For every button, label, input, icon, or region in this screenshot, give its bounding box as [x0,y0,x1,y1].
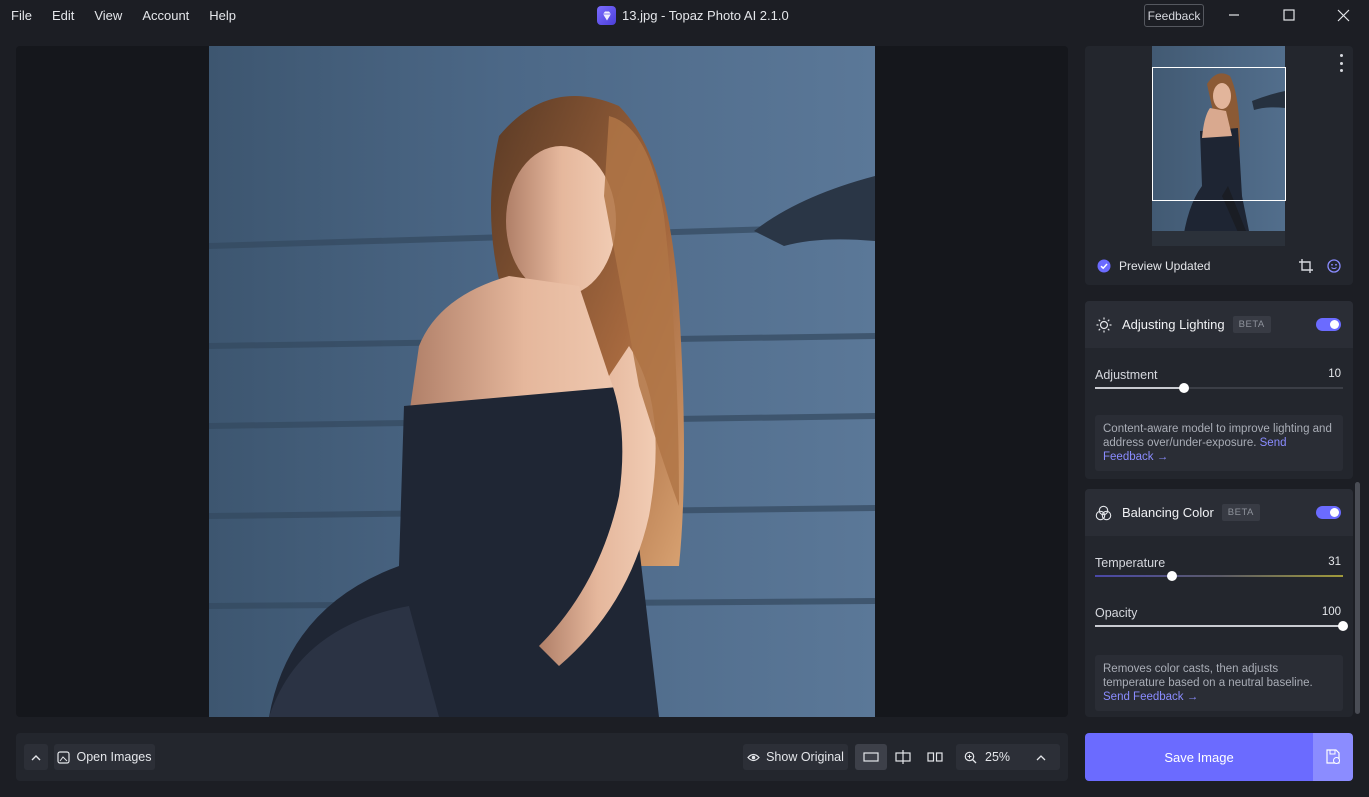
beta-badge: BETA [1232,316,1271,333]
lighting-title: Adjusting Lighting [1122,317,1225,332]
color-header[interactable]: Balancing Color BETA [1085,489,1353,536]
adjustment-label: Adjustment [1095,368,1158,382]
temperature-label: Temperature [1095,556,1166,570]
minimize-icon [1229,14,1239,16]
expand-panel-button[interactable] [24,744,48,770]
maximize-button[interactable] [1266,0,1312,30]
color-description: Removes color casts, then adjusts temper… [1095,655,1343,711]
lighting-description-text: Content-aware model to improve lighting … [1103,423,1332,449]
minimize-button[interactable] [1211,0,1257,30]
color-send-feedback-link[interactable]: Send Feedback → [1103,691,1198,703]
menu-account[interactable]: Account [132,8,199,23]
opacity-value[interactable]: 100 [1322,606,1341,618]
face-icon[interactable] [1327,258,1341,273]
image-icon [57,750,71,764]
single-view-icon [863,752,879,762]
eye-icon [747,753,760,761]
preview-status-row: Preview Updated [1085,246,1353,285]
save-image-label: Save Image [1164,749,1234,765]
color-section: Balancing Color BETA Temperature 31 Opac… [1085,489,1353,717]
right-panel: Preview Updated Adjusting Lighting BETA … [1085,46,1353,717]
right-panel-scrollbar[interactable] [1355,482,1360,714]
adjustment-slider-fill [1095,387,1185,389]
bottom-toolbar: Open Images Show Original 25% [16,733,1068,781]
opacity-slider[interactable] [1095,621,1348,631]
more-options-icon[interactable] [1337,54,1345,72]
split-view-button[interactable] [887,744,919,770]
navigator-viewport-frame[interactable] [1152,67,1286,201]
chevron-up-icon [31,754,41,760]
side-by-side-icon [927,752,943,762]
show-original-label: Show Original [766,750,844,764]
lighting-description: Content-aware model to improve lighting … [1095,415,1343,471]
check-circle-icon [1097,259,1111,272]
split-view-icon [895,750,911,764]
close-icon [1337,9,1349,21]
menu-edit[interactable]: Edit [42,8,84,23]
save-image-button[interactable]: Save Image [1085,733,1313,781]
menu-view[interactable]: View [84,8,132,23]
topaz-logo-icon [597,6,616,25]
title-bar: File Edit View Account Help 13.jpg - Top… [0,0,1369,30]
open-images-label: Open Images [76,750,152,764]
beta-badge: BETA [1221,504,1260,521]
lighting-section: Adjusting Lighting BETA Adjustment 10 Co… [1085,301,1353,479]
image-canvas[interactable] [16,46,1068,717]
color-toggle[interactable] [1316,506,1341,519]
window-title: 13.jpg - Topaz Photo AI 2.1.0 [622,8,789,23]
sun-icon [1096,317,1112,332]
save-settings-icon [1326,749,1340,764]
side-by-side-view-button[interactable] [919,744,951,770]
color-description-text: Removes color casts, then adjusts temper… [1103,663,1313,689]
adjustment-value[interactable]: 10 [1328,368,1341,380]
preview-status-text: Preview Updated [1119,258,1211,273]
menu-file[interactable]: File [0,8,42,23]
window-title-area: 13.jpg - Topaz Photo AI 2.1.0 [597,6,789,25]
adjustment-slider-handle[interactable] [1179,383,1190,393]
crop-icon[interactable] [1299,258,1313,273]
close-button[interactable] [1320,0,1366,30]
navigator-card: Preview Updated [1085,46,1353,285]
single-view-button[interactable] [855,744,887,770]
color-title: Balancing Color [1122,505,1214,520]
lighting-header[interactable]: Adjusting Lighting BETA [1085,301,1353,348]
export-settings-button[interactable] [1313,733,1353,781]
preview-image [209,46,875,717]
zoom-icon [964,751,977,763]
feedback-button[interactable]: Feedback [1144,4,1204,27]
chevron-up-icon [1036,754,1046,760]
lighting-toggle[interactable] [1316,318,1341,331]
opacity-slider-fill [1095,625,1343,627]
adjustment-slider[interactable] [1095,383,1343,393]
show-original-button[interactable]: Show Original [743,744,848,770]
opacity-label: Opacity [1095,606,1138,620]
zoom-control[interactable]: 25% [956,744,1060,770]
temperature-slider[interactable] [1095,571,1343,581]
temperature-value[interactable]: 31 [1328,556,1341,568]
opacity-slider-handle[interactable] [1338,621,1348,631]
color-circles-icon [1095,505,1112,520]
menu-bar: File Edit View Account Help [0,0,246,30]
temperature-slider-handle[interactable] [1166,571,1177,581]
open-images-button[interactable]: Open Images [54,744,155,770]
maximize-icon [1283,9,1295,21]
menu-help[interactable]: Help [199,8,246,23]
zoom-level: 25% [985,750,1011,764]
